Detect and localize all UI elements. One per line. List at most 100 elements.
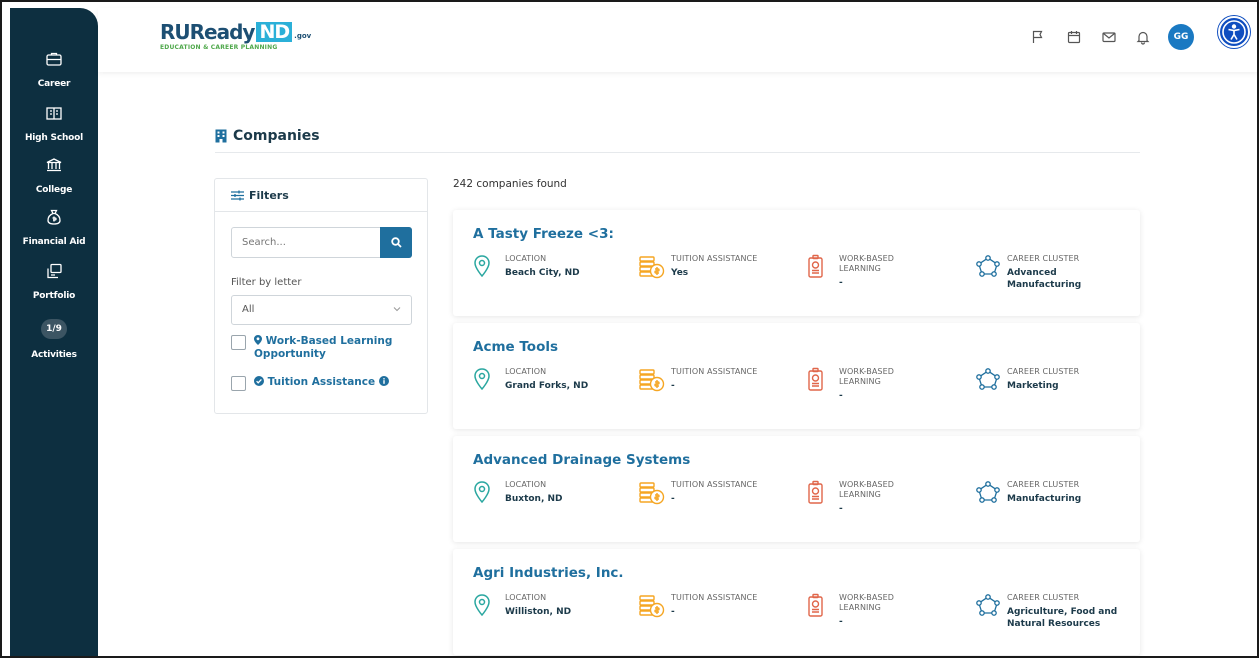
company-name-link[interactable]: Agri Industries, Inc. <box>473 565 624 581</box>
badge-icon <box>808 254 823 278</box>
field-label: WORK-BASED LEARNING <box>839 367 895 386</box>
sidebar-item-activities[interactable]: 1/9 Activities <box>10 319 98 361</box>
company-card: Agri Industries, Inc. LOCATION Williston,… <box>453 549 1140 655</box>
filters-title: Filters <box>249 188 289 202</box>
cluster-icon <box>976 368 1000 390</box>
filter-letter-select[interactable]: All <box>231 295 412 325</box>
company-card: Advanced Drainage Systems LOCATION Buxton… <box>453 436 1140 542</box>
location-pin-icon <box>474 255 490 278</box>
bell-icon[interactable] <box>1135 29 1151 45</box>
wbl-field: WORK-BASED LEARNING - <box>807 367 919 402</box>
search-button[interactable] <box>380 227 412 258</box>
cluster-value: Agriculture, Food and Natural Resources <box>1007 607 1118 629</box>
sidebar-item-label: Portfolio <box>32 291 76 301</box>
wbl-value: - <box>839 504 843 514</box>
location-field: LOCATION Williston, ND <box>473 593 571 621</box>
search-box <box>231 227 412 258</box>
building-icon <box>215 129 227 143</box>
location-value: Williston, ND <box>505 607 572 617</box>
mail-icon[interactable] <box>1101 29 1117 45</box>
flag-icon[interactable] <box>1030 29 1046 45</box>
field-label: WORK-BASED LEARNING <box>839 254 895 273</box>
cluster-field: CAREER CLUSTER Advanced Manufacturing <box>975 254 1127 291</box>
accessibility-icon <box>1222 20 1246 44</box>
location-value: Grand Forks, ND <box>505 381 589 391</box>
wbl-value: - <box>839 278 843 288</box>
accessibility-button[interactable] <box>1218 16 1250 48</box>
page-title-text: Companies <box>233 128 320 144</box>
field-label: WORK-BASED LEARNING <box>839 480 895 499</box>
college-icon <box>46 158 62 172</box>
field-label: CAREER CLUSTER <box>1007 367 1080 376</box>
sidebar-item-label: Career <box>37 79 71 89</box>
page-title: Companies <box>215 128 320 144</box>
field-label: TUITION ASSISTANCE <box>671 480 758 489</box>
badge-icon <box>808 480 823 504</box>
coins-icon <box>639 256 665 279</box>
sidebar-item-high-school[interactable]: High School <box>10 104 98 144</box>
sidebar-item-label: College <box>35 185 73 195</box>
filter-tuition-option[interactable]: Tuition Assistance <box>231 376 389 391</box>
sidebar-item-label: Activities <box>31 350 77 360</box>
avatar[interactable]: GG <box>1168 24 1194 50</box>
app-frame: Career High School College Financial Aid… <box>0 0 1259 658</box>
search-icon <box>390 237 402 248</box>
company-name-link[interactable]: Advanced Drainage Systems <box>473 452 690 468</box>
field-label: LOCATION <box>505 367 547 376</box>
location-pin-icon <box>474 481 490 504</box>
money-bag-icon <box>47 209 61 225</box>
cluster-value: Manufacturing <box>1007 494 1082 504</box>
results-count: 242 companies found <box>453 178 567 190</box>
map-pin-icon <box>254 335 262 345</box>
coins-icon <box>639 595 665 618</box>
filter-letter-value: All <box>242 304 255 315</box>
coins-icon <box>639 369 665 392</box>
calendar-icon[interactable] <box>1066 29 1082 45</box>
sidebar-item-portfolio[interactable]: Portfolio <box>10 262 98 302</box>
sidebar-item-career[interactable]: Career <box>10 50 98 90</box>
cluster-icon <box>976 594 1000 616</box>
tuition-value: - <box>671 494 675 504</box>
wbl-value: - <box>839 617 843 627</box>
tuition-field: TUITION ASSISTANCE - <box>639 593 757 621</box>
tuition-value: Yes <box>671 268 689 278</box>
location-field: LOCATION Buxton, ND <box>473 480 563 508</box>
wbl-field: WORK-BASED LEARNING - <box>807 480 919 515</box>
title-divider <box>215 152 1140 153</box>
field-label: CAREER CLUSTER <box>1007 254 1080 263</box>
field-label: LOCATION <box>505 593 547 602</box>
logo-suffix: .gov <box>294 32 312 40</box>
briefcase-icon <box>46 52 62 66</box>
sidebar-item-financial-aid[interactable]: Financial Aid <box>10 208 98 248</box>
company-name-link[interactable]: A Tasty Freeze <3: <box>473 226 614 242</box>
coins-icon <box>639 482 665 505</box>
location-value: Buxton, ND <box>505 494 563 504</box>
location-pin-icon <box>474 368 490 391</box>
wbl-field: WORK-BASED LEARNING - <box>807 593 919 628</box>
company-card: Acme Tools LOCATION Grand Forks, ND TUITI… <box>453 323 1140 429</box>
badge-icon <box>808 367 823 391</box>
logo-state: ND <box>256 22 293 42</box>
field-label: LOCATION <box>505 254 547 263</box>
field-label: TUITION ASSISTANCE <box>671 367 758 376</box>
cluster-field: CAREER CLUSTER Agriculture, Food and Natu… <box>975 593 1127 630</box>
tuition-checkbox[interactable] <box>231 376 246 391</box>
company-name-link[interactable]: Acme Tools <box>473 339 558 355</box>
field-label: LOCATION <box>505 480 547 489</box>
sidebar: Career High School College Financial Aid… <box>10 8 98 656</box>
location-value: Beach City, ND <box>505 268 580 278</box>
sidebar-item-college[interactable]: College <box>10 156 98 196</box>
location-field: LOCATION Grand Forks, ND <box>473 367 588 395</box>
search-input[interactable] <box>232 228 380 257</box>
logo-text: RUReady <box>160 20 255 44</box>
field-label: CAREER CLUSTER <box>1007 593 1080 602</box>
filter-wbl-option[interactable]: Work-Based Learning Opportunity <box>231 335 427 361</box>
wbl-label: Work-Based Learning Opportunity <box>254 335 393 360</box>
tuition-value: - <box>671 381 675 391</box>
info-icon[interactable] <box>378 376 389 386</box>
filters-header: Filters <box>215 179 427 212</box>
field-label: TUITION ASSISTANCE <box>671 254 758 263</box>
tuition-field: TUITION ASSISTANCE - <box>639 367 757 395</box>
wbl-checkbox[interactable] <box>231 335 246 350</box>
logo[interactable]: RUReady ND .gov EDUCATION & CAREER PLANN… <box>160 22 311 51</box>
